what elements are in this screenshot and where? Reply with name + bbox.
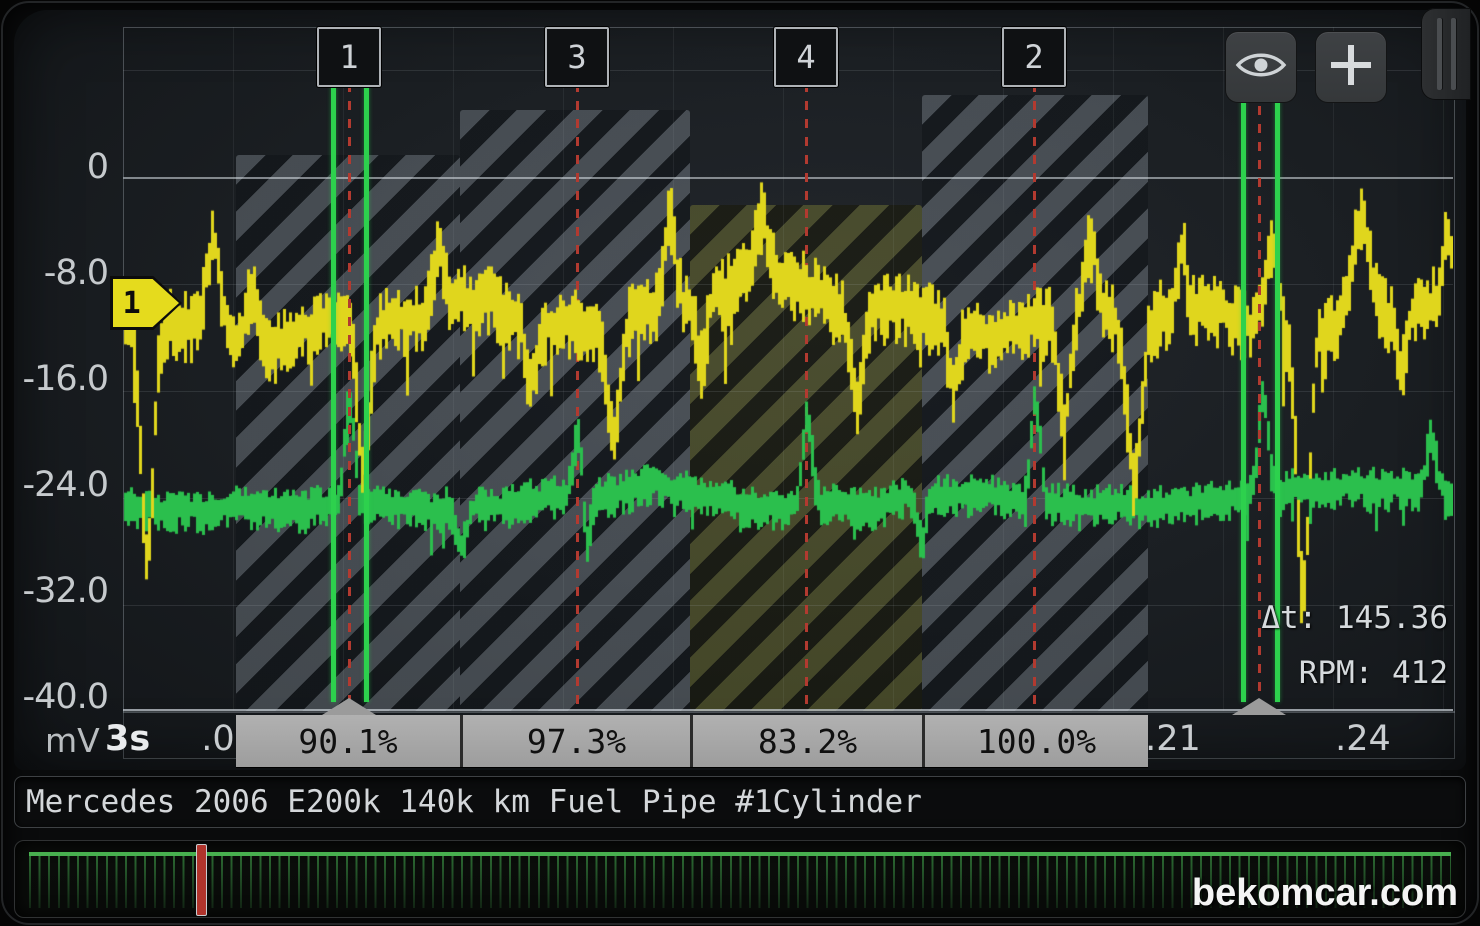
y-unit-label: mV (45, 721, 100, 760)
cursor-line-left[interactable] (1241, 70, 1246, 702)
x-axis-tick-label: .24 (1335, 719, 1391, 759)
balance-segment: 100.0% (922, 715, 1148, 767)
recording-title-bar[interactable]: Mercedes 2006 E200k 140k km Fuel Pipe #1… (14, 776, 1466, 828)
channel1-position-marker[interactable]: 1 (110, 276, 182, 330)
balance-segment: 97.3% (460, 715, 690, 767)
y-axis-tick-label: 0 (87, 147, 108, 187)
cylinder-balance-bar: 90.1%97.3%83.2%100.0% (236, 715, 1148, 767)
y-axis-tick-label: -32.0 (22, 571, 108, 611)
x-axis-tick-label: .0 (201, 719, 234, 759)
cursor-line-right[interactable] (364, 83, 369, 702)
balance-segment: 90.1% (236, 715, 460, 767)
cylinder-marker-4[interactable]: 4 (774, 27, 838, 87)
cylinder-marker-2[interactable]: 2 (1002, 27, 1066, 87)
rpm-readout: RPM: 412 (1299, 655, 1448, 691)
y-axis-tick-label: -40.0 (22, 677, 108, 717)
plus-icon (1329, 43, 1373, 91)
delta-t-readout: Δt: 145.36 (1261, 600, 1448, 636)
cursor-center-line (348, 83, 351, 711)
recording-title: Mercedes 2006 E200k 140k km Fuel Pipe #1… (26, 784, 922, 820)
cursor-drag-handle[interactable] (1232, 698, 1286, 715)
overview-position-scrubber[interactable] (196, 844, 207, 916)
cylinder-marker-3[interactable]: 3 (545, 27, 609, 87)
tab-ridge-icon (1437, 18, 1442, 90)
watermark: bekomcar.com (1192, 872, 1458, 915)
tab-ridge-icon (1451, 18, 1456, 90)
scope-app: 90.1%97.3%83.2%100.0% 1 3 4 2 0 -8.0 -16.0 -24… (0, 0, 1480, 926)
add-channel-button[interactable] (1316, 32, 1386, 102)
timebase-label[interactable]: 3s (105, 719, 150, 759)
x-axis-tick-label: .21 (1145, 719, 1201, 759)
eye-icon (1235, 47, 1287, 87)
channel1-marker-label: 1 (110, 276, 153, 330)
y-axis-tick-label: -24.0 (22, 465, 108, 505)
y-axis-tick-label: -16.0 (22, 359, 108, 399)
y-axis-tick-label: -8.0 (44, 253, 108, 293)
side-panel-tab[interactable] (1421, 8, 1471, 100)
waveform-canvas (123, 27, 1453, 711)
cursor-line-left[interactable] (331, 83, 336, 702)
cursor-drag-handle[interactable] (322, 698, 376, 715)
balance-segment: 83.2% (690, 715, 922, 767)
visibility-button[interactable] (1226, 32, 1296, 102)
cylinder-marker-1[interactable]: 1 (317, 27, 381, 87)
